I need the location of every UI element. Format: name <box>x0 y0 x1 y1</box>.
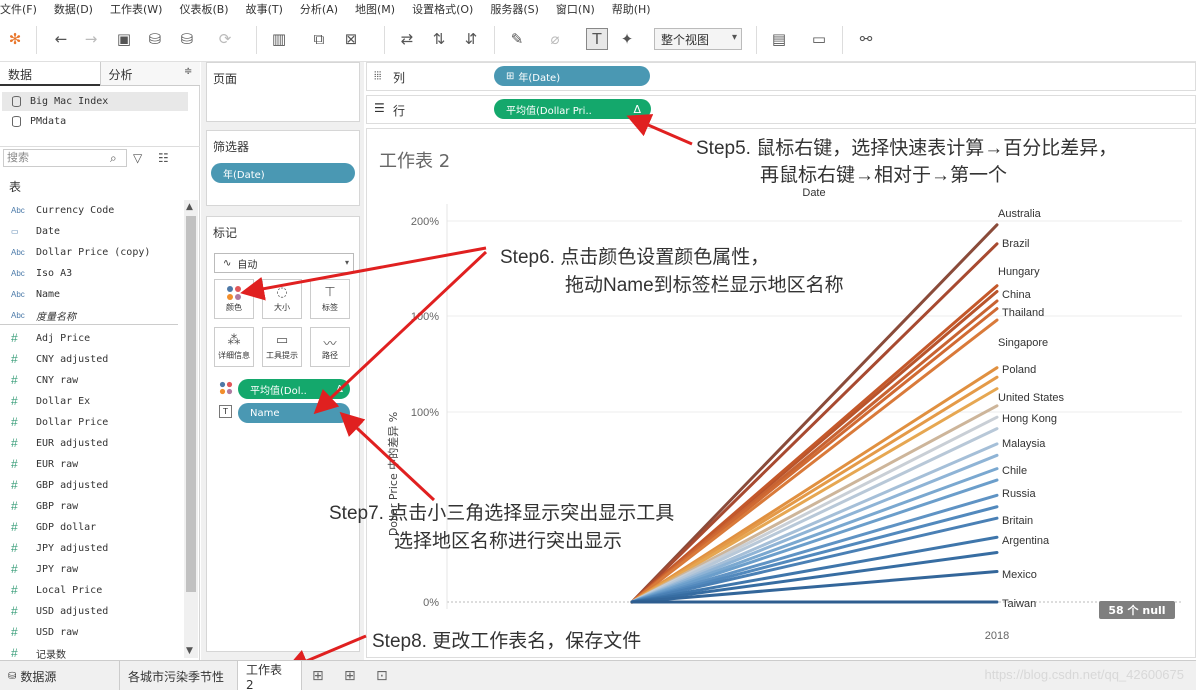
sheet-tab-bar: ⛁ 数据源 各城市污染季节性 工作表 2 ⊞ ⊞ ⊡ https://blog.… <box>0 660 1196 690</box>
tab-sheet-pollution[interactable]: 各城市污染季节性 <box>120 661 238 690</box>
arrow-step5 <box>626 114 693 146</box>
new-worksheet-icon[interactable]: ⊞ <box>312 668 324 684</box>
tableau-window: 文件(F) 数据(D) 工作表(W) 仪表板(B) 故事(T) 分析(A) 地图… <box>0 0 1196 690</box>
annotation-step7-line2: 选择地区名称进行突出显示 <box>394 531 623 552</box>
arrow-step7 <box>339 411 436 502</box>
tab-sheet-2[interactable]: 工作表 2 <box>238 661 302 690</box>
watermark: https://blog.csdn.net/qq_42600675 <box>984 667 1185 682</box>
tab-datasource-label: 数据源 <box>20 669 57 684</box>
annotation-step6-line2: 拖动Name到标签栏显示地区名称 <box>565 275 844 296</box>
annotation-step5-line1: Step5. 鼠标右键，选择快速表计算→百分比差异， <box>696 138 1118 159</box>
annotation-step6-line1: Step6. 点击颜色设置颜色属性， <box>500 247 770 268</box>
annotation-step7-line1: Step7. 点击小三角选择显示突出显示工具 <box>329 503 675 524</box>
new-story-icon[interactable]: ⊡ <box>376 668 388 684</box>
tab-datasource[interactable]: ⛁ 数据源 <box>0 661 120 690</box>
annotation-step5-line2: 再鼠标右键→相对于→第一个 <box>760 165 1008 186</box>
annotation-arrows <box>240 114 693 673</box>
new-dashboard-icon[interactable]: ⊞ <box>344 668 356 684</box>
database-icon: ⛁ <box>8 670 17 682</box>
annotation-step8: Step8. 更改工作表名，保存文件 <box>372 631 642 652</box>
